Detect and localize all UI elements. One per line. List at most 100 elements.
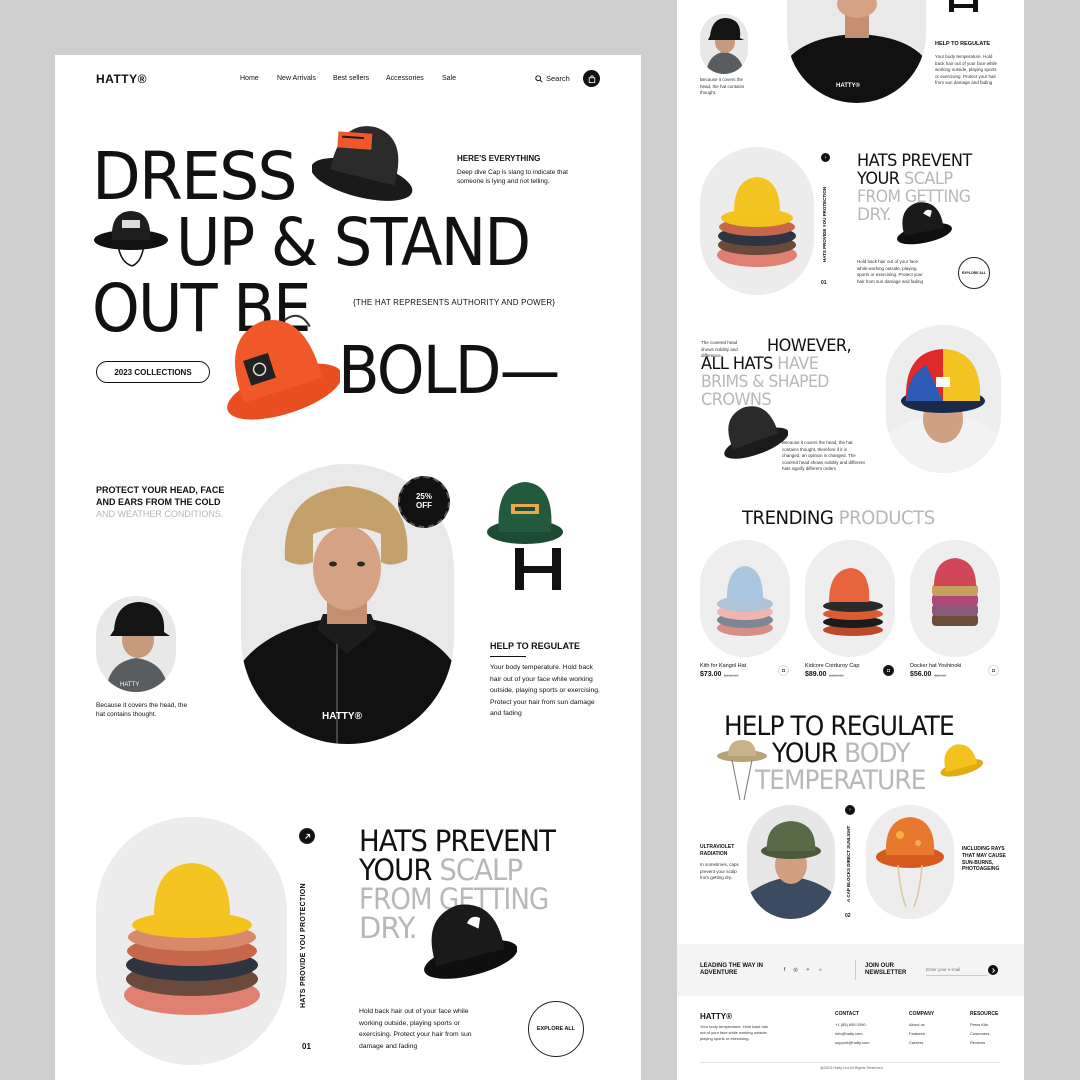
social-links: f ◎ ✧ ☼ xyxy=(784,967,823,973)
preview-prevent-line-2: YOUR SCALP xyxy=(857,169,953,189)
arrow-up-right-icon xyxy=(304,833,310,839)
product-1-old-price: $100.00 xyxy=(724,673,739,678)
footer-link[interactable]: Press Kits xyxy=(970,1022,1020,1028)
footer-logo[interactable]: HATTY® xyxy=(700,1012,732,1021)
footer-col-contact: CONTACT +1 (85) 655 0390 info@hatty.com … xyxy=(835,1011,895,1045)
preview-stacked-hats-image xyxy=(700,147,814,295)
nav-link-accessories[interactable]: Accessories xyxy=(386,75,424,82)
product-3-name[interactable]: Docker hat Yoshinoki xyxy=(910,663,961,669)
explore-all-button[interactable]: EXPLORE ALL xyxy=(528,1001,584,1057)
protect-title-dark: PROTECT YOUR HEAD, FACE AND EARS FROM TH… xyxy=(96,485,225,508)
however-line-3: BRIMS & SHAPED xyxy=(701,372,829,392)
protect-title-grey: AND WEATHER CONDITIONS. xyxy=(96,509,224,520)
product-1-name[interactable]: Kith for Kangol Hat xyxy=(700,663,746,669)
copyright: @2023 Hatty Ltd All Rights Reserved xyxy=(820,1066,883,1070)
arrow-button[interactable] xyxy=(299,828,315,844)
however-line-1: HOWEVER, xyxy=(767,336,852,356)
however-text: Because it covers the head, the hat cont… xyxy=(782,440,865,472)
subscribe-button[interactable] xyxy=(988,965,998,975)
preview-help-title: HELP TO REGULATE xyxy=(935,41,991,47)
product-card-1-image[interactable] xyxy=(700,540,790,657)
preview-help-text: Your body temperature. Hold back hair ou… xyxy=(935,54,998,86)
footer-link[interactable]: Reviews xyxy=(970,1040,1020,1046)
preview-arrow-button[interactable]: › xyxy=(821,153,830,162)
explore-all-label: EXPLORE ALL xyxy=(536,1026,576,1032)
preview-side-profile-image xyxy=(700,14,748,74)
footer-link[interactable]: support@hatty.com xyxy=(835,1040,895,1046)
bag-icon: ◘ xyxy=(991,667,996,674)
black-bucket-hat-image xyxy=(312,126,413,201)
product-2-old-price: $120.00 xyxy=(829,673,844,678)
pinterest-icon[interactable]: ☼ xyxy=(818,967,823,973)
regulate-arrow-button[interactable]: › xyxy=(845,805,855,815)
cap-section-number: 02 xyxy=(845,913,851,919)
preview-section-number: 01 xyxy=(821,280,827,286)
preview-explore-all-button[interactable]: EXPLORE ALL xyxy=(958,257,990,289)
logo[interactable]: HATTY® xyxy=(96,72,147,86)
product-3-old-price: $80.00 xyxy=(934,673,947,678)
product-2-name[interactable]: Kidcore Corduroy Cap xyxy=(805,663,859,669)
prevent-line-4: DRY. xyxy=(359,911,418,945)
preview-prevent-line-2-dark: YOUR xyxy=(857,169,900,189)
search-icon xyxy=(535,74,543,83)
footer-col-title: CONTACT xyxy=(835,1011,860,1017)
help-regulate-text: Your body temperature. Hold back hair ou… xyxy=(490,664,600,718)
footer-link[interactable]: Careers xyxy=(909,1040,959,1046)
however-line-2-dark: ALL HATS xyxy=(701,354,773,374)
footer-link[interactable]: +1 (85) 655 0390 xyxy=(835,1022,895,1028)
side-profile-image: HATTY xyxy=(96,596,176,692)
product-card-2-image[interactable] xyxy=(805,540,895,657)
trending-title-dark: TRENDING xyxy=(742,507,834,529)
preview-north-face-hat-image xyxy=(897,202,952,245)
svg-text:HATTY: HATTY xyxy=(120,682,139,688)
preview-prevent-line-1: HATS PREVENT xyxy=(857,151,972,171)
footer-text: Your body temperature. Hold back hair ou… xyxy=(700,1024,769,1041)
footer-col-title: RESOURCE xyxy=(970,1011,999,1017)
green-hat-model-image xyxy=(747,805,835,919)
instagram-icon[interactable]: ◎ xyxy=(793,967,797,973)
yellow-bucket-hat-image xyxy=(940,744,984,777)
nav-link-new-arrivals[interactable]: New Arrivals xyxy=(277,75,316,82)
heres-everything-text: Deep dive Cap is slang to indicate that … xyxy=(457,169,568,186)
section-number: 01 xyxy=(302,1042,311,1051)
product-3-cart-button[interactable]: ◘ xyxy=(988,665,999,676)
arrow-right-icon xyxy=(991,967,995,973)
cart-button[interactable] xyxy=(583,70,600,87)
email-input[interactable]: Enter your e-mail xyxy=(926,964,988,976)
collections-button[interactable]: 2023 COLLECTIONS xyxy=(96,361,210,383)
facebook-icon[interactable]: f xyxy=(784,967,785,973)
search-button[interactable]: Search xyxy=(535,74,570,83)
regulate-line-3: TEMPERATURE xyxy=(755,765,926,796)
discount-badge[interactable]: 25% OFF xyxy=(398,476,450,528)
nav-link-best-sellers[interactable]: Best sellers xyxy=(333,75,369,82)
rays-text: INCLUDING RAYS THAT MAY CAUSE SUN-BURNS,… xyxy=(962,846,1006,873)
bag-icon: ◘ xyxy=(886,667,891,674)
small-black-hat-image xyxy=(94,211,168,267)
help-regulate-title: HELP TO REGULATE xyxy=(490,641,581,651)
product-2-cart-button[interactable]: ◘ xyxy=(883,665,894,676)
product-1-cart-button[interactable]: ◘ xyxy=(778,665,789,676)
green-bucket-hat-image xyxy=(487,482,563,544)
nav-link-home[interactable]: Home xyxy=(240,75,259,82)
footer-link[interactable]: Customers xyxy=(970,1031,1020,1037)
colorful-hat-model-image xyxy=(886,325,1001,473)
join-newsletter-text: JOIN OUR NEWSLETTER xyxy=(865,963,907,976)
footer-col-title: COMPANY xyxy=(909,1011,935,1017)
product-card-3-image[interactable] xyxy=(910,540,1000,657)
preview-top-caption: Because it covers the head, the hat cont… xyxy=(700,77,745,96)
nav-link-sale[interactable]: Sale xyxy=(442,75,456,82)
preview-vertical-text: HATS PROVIDE YOU PROTECTION xyxy=(822,186,827,262)
footer-link[interactable]: Features xyxy=(909,1031,959,1037)
search-label: Search xyxy=(546,74,570,83)
prevent-text: Hold back hair out of your face while wo… xyxy=(359,1008,472,1050)
product-2-price: $89.00 xyxy=(805,671,827,678)
however-line-2-grey: HAVE xyxy=(777,354,819,374)
footer-link[interactable]: About us xyxy=(909,1022,959,1028)
footer-divider xyxy=(700,1062,1000,1063)
vertical-protection-text: HATS PROVIDE YOU PROTECTION xyxy=(300,883,307,1008)
trending-title: TRENDING PRODUCTS xyxy=(742,507,935,529)
twitter-icon[interactable]: ✧ xyxy=(806,967,810,973)
footer-link[interactable]: info@hatty.com xyxy=(835,1031,895,1037)
protect-title: PROTECT YOUR HEAD, FACE AND EARS FROM TH… xyxy=(96,484,226,520)
uv-title: ULTRAVIOLET RADIATION xyxy=(700,844,735,857)
